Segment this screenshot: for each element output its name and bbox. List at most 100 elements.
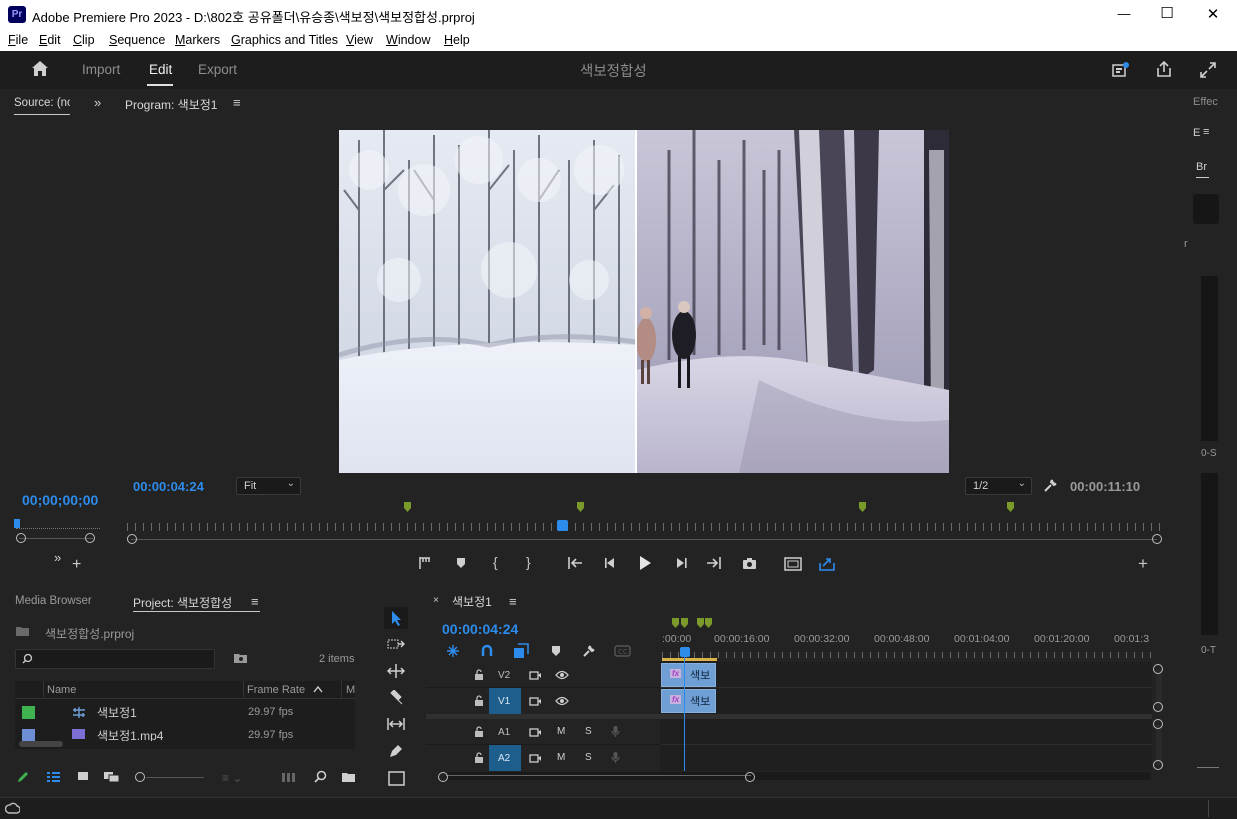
timeline-playhead[interactable] — [680, 647, 690, 657]
solo-button[interactable]: S — [585, 726, 592, 737]
menu-clip[interactable]: Clip — [73, 33, 95, 47]
eye-icon[interactable] — [555, 696, 569, 706]
video-clip-v2[interactable]: fx 색보 — [661, 663, 716, 687]
snap-magnet-icon[interactable] — [480, 644, 494, 658]
program-video-frame[interactable] — [339, 130, 949, 473]
track-select-tool-icon[interactable] — [387, 637, 405, 651]
creative-cloud-icon[interactable] — [5, 802, 20, 815]
home-icon[interactable] — [31, 60, 49, 78]
new-bin-icon[interactable] — [341, 771, 356, 783]
lock-icon[interactable] — [474, 752, 484, 763]
quick-export-icon[interactable] — [1112, 61, 1130, 79]
source-zoom-bar[interactable] — [19, 538, 93, 539]
expand-panels-icon[interactable]: » — [94, 95, 101, 110]
label-color-swatch[interactable] — [22, 706, 35, 719]
menu-file[interactable]: File — [8, 33, 28, 47]
safe-margins-icon[interactable] — [784, 557, 802, 571]
effects-search-box[interactable] — [1193, 194, 1219, 224]
export-frame-icon[interactable] — [819, 556, 835, 571]
rectangle-tool-icon[interactable] — [388, 771, 405, 786]
timeline-tab[interactable]: 색보정1 — [452, 593, 492, 610]
table-row[interactable]: 색보정1 29.97 fps — [15, 701, 355, 723]
lock-icon[interactable] — [474, 695, 484, 706]
scroll-handle[interactable] — [1153, 664, 1163, 674]
fit-dropdown[interactable]: Fit ⌄ — [236, 477, 301, 495]
insert-nested-icon[interactable] — [446, 644, 460, 658]
work-area-bar[interactable] — [662, 658, 717, 661]
sort-ascending-icon[interactable] — [313, 685, 323, 693]
captions-icon[interactable]: CC — [614, 645, 631, 657]
freeform-view-icon[interactable] — [103, 771, 120, 783]
project-menu-icon[interactable]: ≡ — [251, 594, 259, 609]
tab-import[interactable]: Import — [82, 62, 120, 77]
source-zoom-right-handle[interactable] — [85, 533, 95, 543]
program-zoom-bar[interactable] — [131, 539, 1157, 540]
source-playhead[interactable] — [14, 519, 20, 528]
selection-tool-icon[interactable] — [384, 607, 408, 629]
minimize-button[interactable]: — — [1110, 6, 1138, 21]
marker[interactable] — [705, 618, 712, 628]
automate-to-sequence-icon[interactable] — [281, 772, 297, 783]
wrench-icon[interactable] — [1043, 478, 1058, 493]
eye-icon[interactable] — [555, 670, 569, 680]
slip-tool-icon[interactable] — [386, 716, 406, 732]
effects-menu-icon[interactable]: ≡ — [1203, 126, 1209, 138]
go-to-in-icon[interactable] — [567, 556, 583, 570]
list-view-icon[interactable] — [46, 771, 61, 783]
new-search-bin-icon[interactable] — [233, 652, 248, 664]
mute-button[interactable]: M — [557, 752, 565, 763]
program-playhead[interactable] — [557, 520, 568, 531]
pen-tool-icon[interactable] — [387, 743, 405, 759]
table-row[interactable]: 색보정1.mp4 29.97 fps — [15, 725, 355, 741]
zoom-slider-handle[interactable] — [135, 772, 145, 782]
label-color-swatch[interactable] — [22, 729, 35, 741]
solo-button[interactable]: S — [585, 752, 592, 763]
share-icon[interactable] — [1155, 60, 1173, 78]
menu-window[interactable]: Window — [386, 33, 430, 47]
linked-selection-icon[interactable] — [513, 643, 529, 659]
source-add-button-icon[interactable]: + — [72, 556, 81, 574]
resolution-dropdown[interactable]: 1/2 ⌄ — [965, 477, 1032, 495]
button-editor-add-icon[interactable]: + — [1138, 554, 1148, 574]
icon-view-icon[interactable] — [77, 771, 89, 783]
timeline-menu-icon[interactable]: ≡ — [509, 594, 517, 609]
sync-lock-icon[interactable] — [529, 727, 541, 737]
pencil-icon[interactable] — [16, 770, 30, 784]
tab-media-browser[interactable]: Media Browser — [15, 595, 92, 607]
tab-export[interactable]: Export — [198, 62, 237, 77]
menu-markers[interactable]: Markers — [175, 33, 220, 47]
program-zoom-right-handle[interactable] — [1152, 534, 1162, 544]
scroll-handle[interactable] — [1153, 702, 1163, 712]
effects-tab[interactable]: Effec — [1193, 96, 1218, 108]
scroll-handle[interactable] — [1153, 760, 1163, 770]
program-menu-icon[interactable]: ≡ — [233, 95, 241, 110]
scroll-handle[interactable] — [1153, 719, 1163, 729]
fullscreen-icon[interactable] — [1199, 61, 1217, 79]
marker[interactable] — [577, 502, 584, 512]
marker[interactable] — [404, 502, 411, 512]
sync-lock-icon[interactable] — [529, 696, 541, 706]
marker[interactable] — [859, 502, 866, 512]
razor-tool-icon[interactable] — [387, 690, 405, 706]
sync-lock-icon[interactable] — [529, 753, 541, 763]
menu-edit[interactable]: Edit — [39, 33, 61, 47]
tab-project[interactable]: Project: 색보정합성 — [133, 594, 232, 611]
zoom-slider-track[interactable] — [146, 777, 204, 778]
add-marker-icon[interactable] — [551, 645, 561, 657]
camera-icon[interactable] — [742, 557, 757, 570]
marker[interactable] — [1007, 502, 1014, 512]
project-search-input[interactable] — [15, 649, 215, 669]
program-tab[interactable]: Program: 색보정1 — [125, 96, 217, 113]
insert-overwrite-icon[interactable] — [418, 556, 432, 570]
program-ruler[interactable] — [127, 523, 1163, 531]
lock-icon[interactable] — [474, 726, 484, 737]
maximize-button[interactable]: ☐ — [1153, 4, 1181, 22]
timeline-wrench-icon[interactable] — [582, 644, 596, 658]
menu-help[interactable]: Help — [444, 33, 470, 47]
sync-lock-icon[interactable] — [529, 670, 541, 680]
timeline-zoom-right-handle[interactable] — [745, 772, 755, 782]
close-button[interactable]: ✕ — [1199, 5, 1227, 23]
timeline-timecode[interactable]: 00:00:04:24 — [442, 621, 518, 637]
source-tab[interactable]: Source: (no — [14, 97, 70, 109]
lock-icon[interactable] — [474, 669, 484, 680]
